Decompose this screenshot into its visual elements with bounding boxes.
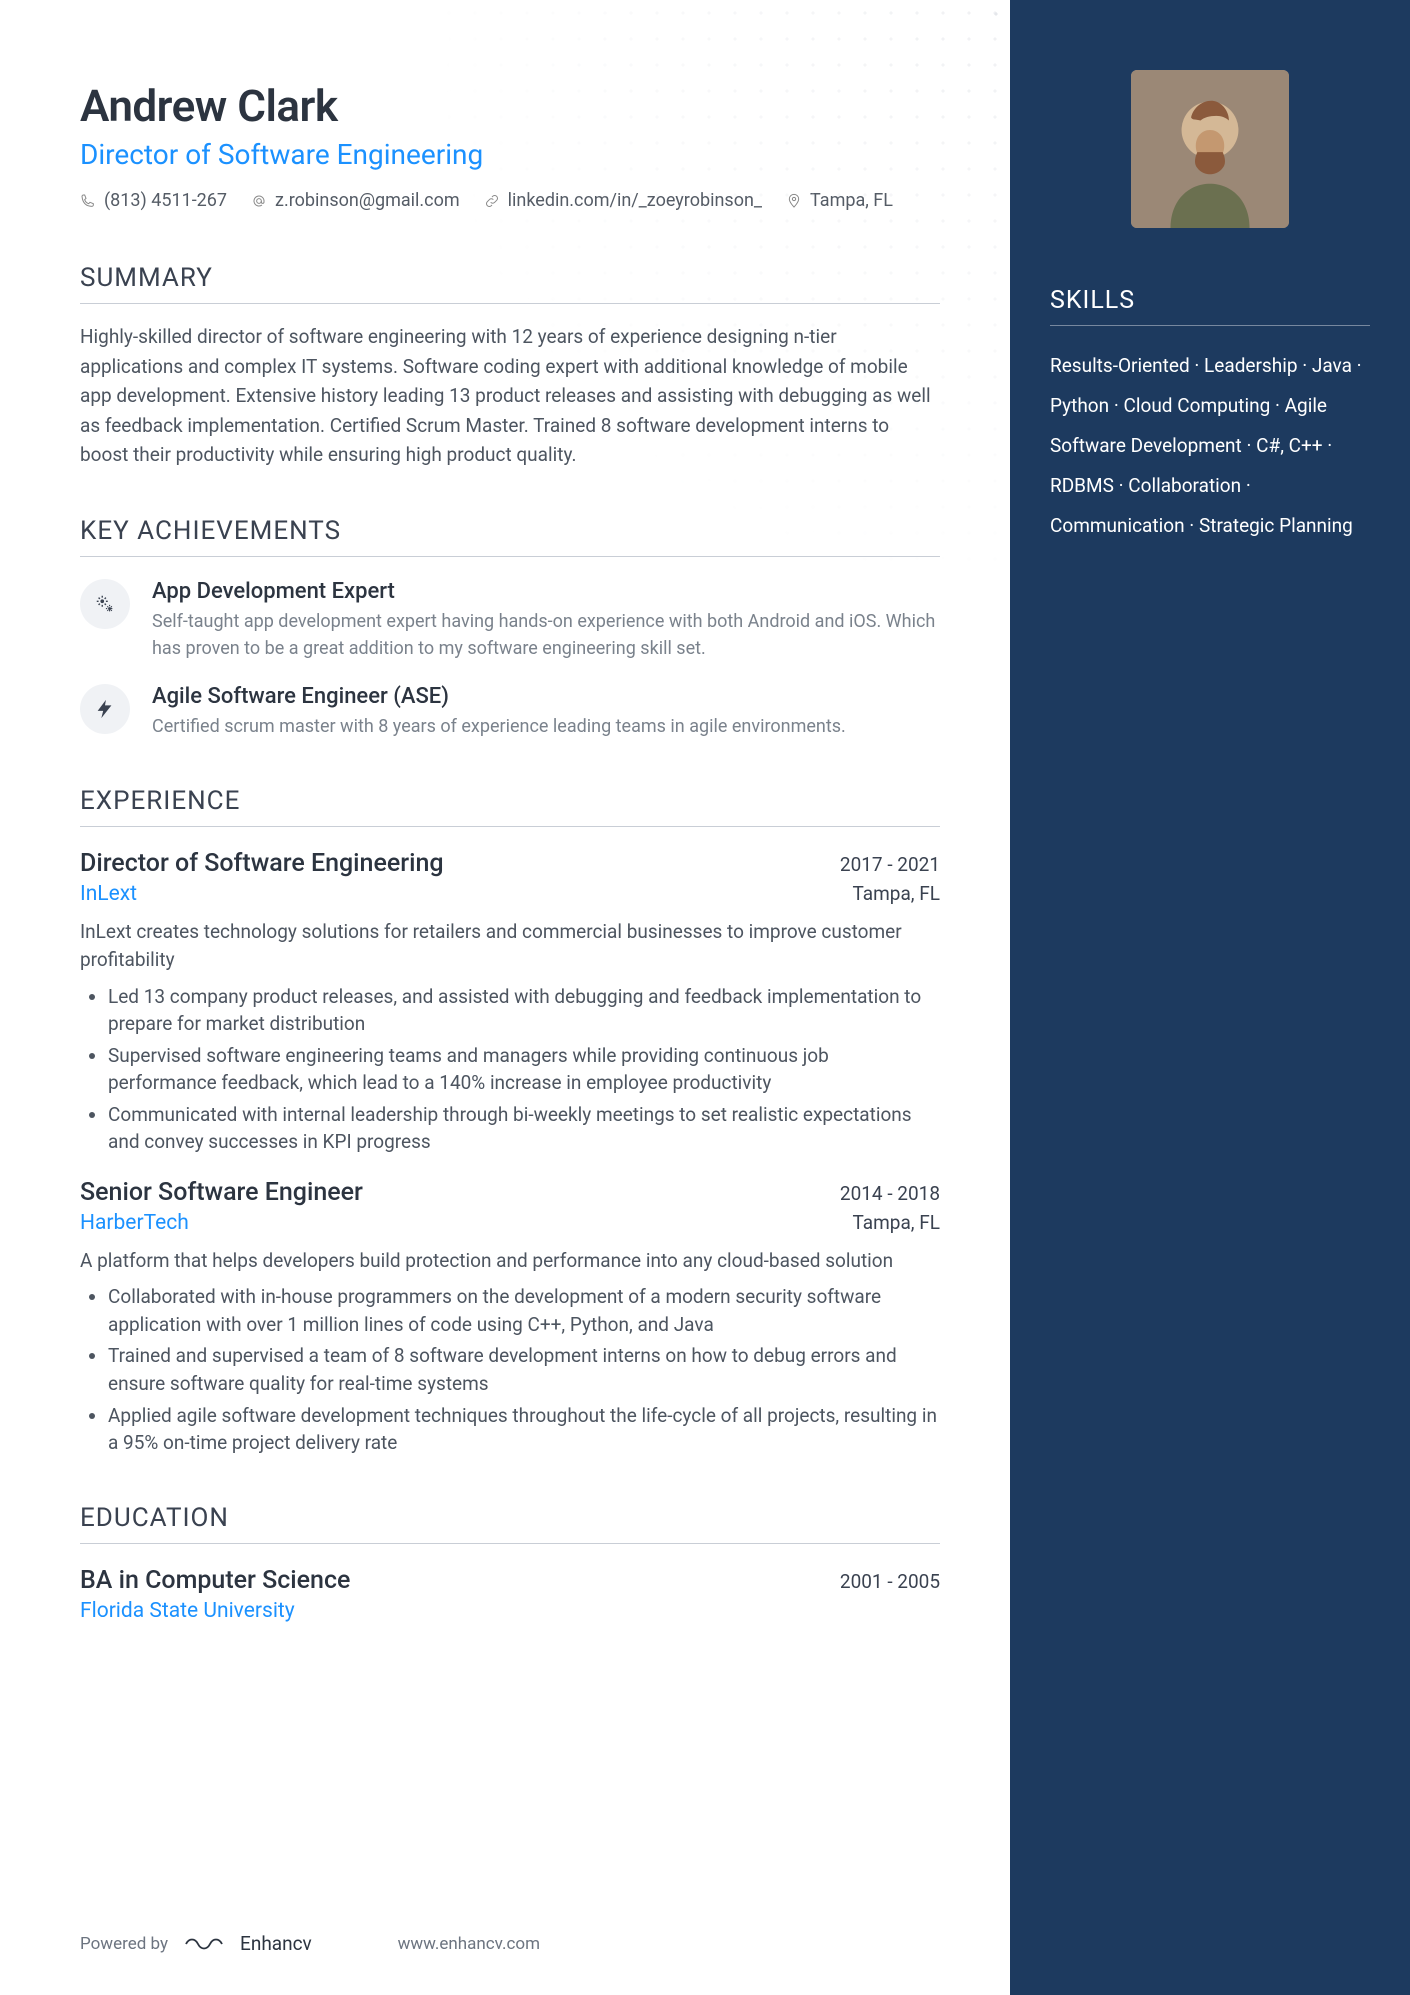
link-icon xyxy=(484,193,500,209)
experience-role: Senior Software Engineer xyxy=(80,1178,363,1207)
resume-page: Andrew Clark Director of Software Engine… xyxy=(0,0,1410,1995)
achievement-title: App Development Expert xyxy=(152,579,940,604)
enhancv-logo-icon xyxy=(184,1934,224,1954)
education-heading: EDUCATION xyxy=(80,1503,940,1544)
achievement-desc: Self-taught app development expert havin… xyxy=(152,608,940,662)
contacts-row: (813) 4511-267 z.robinson@gmail.com link… xyxy=(80,185,940,217)
achievement-body: App Development Expert Self-taught app d… xyxy=(152,579,940,662)
experience-company: HarberTech xyxy=(80,1211,189,1235)
brand-name: Enhancv xyxy=(240,1932,312,1955)
achievement-desc: Certified scrum master with 8 years of e… xyxy=(152,713,846,740)
achievement-title: Agile Software Engineer (ASE) xyxy=(152,684,846,709)
location-text: Tampa, FL xyxy=(810,185,893,217)
contact-phone: (813) 4511-267 xyxy=(80,185,227,217)
experience-dates: 2017 - 2021 xyxy=(840,853,940,876)
avatar-placeholder-icon xyxy=(1131,70,1289,228)
experience-location: Tampa, FL xyxy=(853,882,940,906)
achievement-item: Agile Software Engineer (ASE) Certified … xyxy=(80,684,940,740)
header-block: Andrew Clark Director of Software Engine… xyxy=(80,80,940,217)
education-school: Florida State University xyxy=(80,1599,295,1623)
contact-email: z.robinson@gmail.com xyxy=(251,185,460,217)
list-item: Led 13 company product releases, and ass… xyxy=(108,983,940,1038)
avatar xyxy=(1131,70,1289,228)
achievement-body: Agile Software Engineer (ASE) Certified … xyxy=(152,684,846,740)
summary-heading: SUMMARY xyxy=(80,263,940,304)
experience-dates: 2014 - 2018 xyxy=(840,1182,940,1205)
experience-bullets: Collaborated with in-house programmers o… xyxy=(80,1283,940,1456)
achievements-heading: KEY ACHIEVEMENTS xyxy=(80,516,940,557)
experience-heading: EXPERIENCE xyxy=(80,786,940,827)
contact-linkedin: linkedin.com/in/_zoeyrobinson_ xyxy=(484,185,762,217)
experience-item: Director of Software Engineering 2017 - … xyxy=(80,849,940,1156)
education-dates: 2001 - 2005 xyxy=(840,1570,940,1593)
side-column: SKILLS Results-Oriented · Leadership · J… xyxy=(1010,0,1410,1995)
person-name: Andrew Clark xyxy=(80,80,940,132)
education-degree: BA in Computer Science xyxy=(80,1566,350,1595)
summary-text: Highly-skilled director of software engi… xyxy=(80,322,940,469)
list-item: Trained and supervised a team of 8 softw… xyxy=(108,1342,940,1397)
phone-text: (813) 4511-267 xyxy=(104,185,227,217)
experience-location: Tampa, FL xyxy=(853,1211,940,1235)
pin-icon xyxy=(786,193,802,209)
footer-url: www.enhancv.com xyxy=(398,1934,540,1954)
experience-desc: A platform that helps developers build p… xyxy=(80,1247,940,1276)
powered-by: Powered by Enhancv xyxy=(80,1932,312,1955)
list-item: Supervised software engineering teams an… xyxy=(108,1042,940,1097)
powered-label: Powered by xyxy=(80,1934,168,1954)
experience-role: Director of Software Engineering xyxy=(80,849,444,878)
experience-company: InLext xyxy=(80,882,137,906)
skills-heading: SKILLS xyxy=(1050,286,1370,326)
achievement-item: App Development Expert Self-taught app d… xyxy=(80,579,940,662)
list-item: Collaborated with in-house programmers o… xyxy=(108,1283,940,1338)
main-column: Andrew Clark Director of Software Engine… xyxy=(0,0,1010,1995)
education-item: BA in Computer Science 2001 - 2005 Flori… xyxy=(80,1566,940,1623)
experience-item: Senior Software Engineer 2014 - 2018 Har… xyxy=(80,1178,940,1457)
list-item: Communicated with internal leadership th… xyxy=(108,1101,940,1156)
linkedin-text: linkedin.com/in/_zoeyrobinson_ xyxy=(508,185,762,217)
footer: Powered by Enhancv www.enhancv.com xyxy=(80,1932,540,1955)
list-item: Applied agile software development techn… xyxy=(108,1402,940,1457)
contact-location: Tampa, FL xyxy=(786,185,893,217)
experience-desc: InLext creates technology solutions for … xyxy=(80,918,940,975)
bolt-icon xyxy=(80,684,130,734)
person-title: Director of Software Engineering xyxy=(80,138,940,171)
email-text: z.robinson@gmail.com xyxy=(275,185,460,217)
experience-bullets: Led 13 company product releases, and ass… xyxy=(80,983,940,1156)
at-icon xyxy=(251,193,267,209)
skills-list: Results-Oriented · Leadership · Java · P… xyxy=(1050,346,1370,545)
phone-icon xyxy=(80,193,96,209)
gears-icon xyxy=(80,579,130,629)
